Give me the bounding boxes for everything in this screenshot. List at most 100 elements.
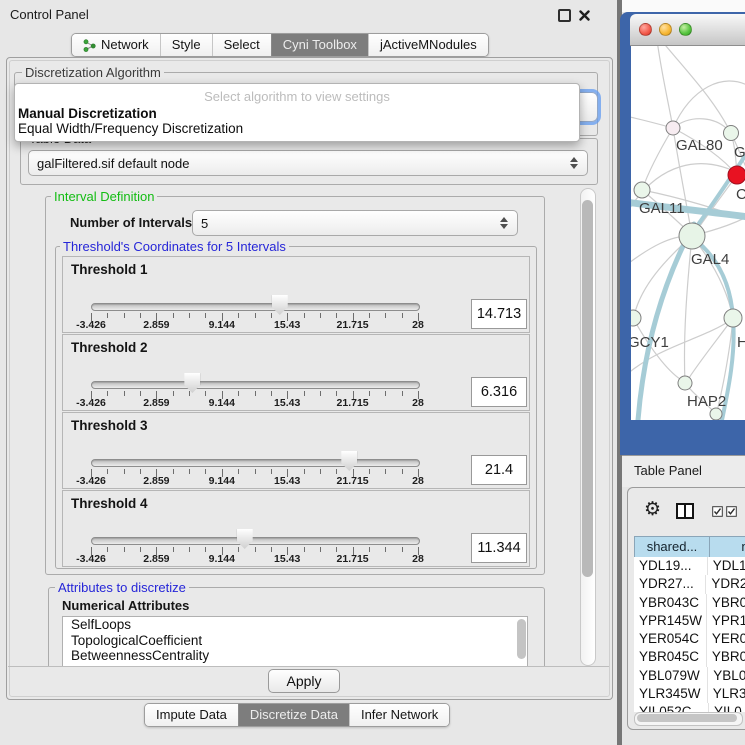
slider-thumb[interactable] [237, 529, 253, 549]
slider-thumb[interactable] [272, 295, 288, 315]
number-of-intervals-combobox[interactable]: 5 [192, 210, 518, 236]
slider-tick [402, 469, 403, 474]
slider-tick [336, 391, 337, 396]
slider-tick [255, 391, 256, 396]
table-cell: YDR27... [634, 575, 706, 593]
slider-track[interactable] [91, 303, 420, 311]
slider-track[interactable] [91, 537, 420, 545]
slider-track[interactable] [91, 459, 420, 467]
table-column-header[interactable]: shared... [634, 536, 710, 558]
list-scrollbar-thumb[interactable] [517, 619, 526, 659]
algorithm-option[interactable]: Manual Discretization [15, 106, 579, 121]
table-row[interactable]: YDR27...YDR2 [634, 575, 745, 593]
cyni-bottom-tabs: Impute Data Discretize Data Infer Network [144, 703, 450, 727]
threshold-value-field[interactable]: 11.344 [471, 533, 527, 563]
network-node[interactable] [724, 309, 742, 327]
table-row[interactable]: YIL052CYIL0 [634, 703, 745, 712]
tab-network[interactable]: Network [72, 34, 160, 56]
threshold-label: Threshold 4 [71, 496, 148, 511]
table-hscrollbar-thumb[interactable] [637, 714, 737, 722]
threshold-value-field[interactable]: 14.713 [471, 299, 527, 329]
close-traffic-light[interactable] [639, 23, 652, 36]
number-of-intervals-label: Number of Intervals [70, 215, 192, 230]
network-node[interactable] [634, 182, 650, 198]
table-hscrollbar-track[interactable] [634, 712, 743, 726]
network-node[interactable] [710, 408, 722, 420]
network-window-titlebar[interactable] [630, 14, 745, 46]
tab-infer-network[interactable]: Infer Network [349, 704, 449, 726]
slider-thumb[interactable] [184, 373, 200, 393]
network-node[interactable] [631, 310, 641, 326]
attribute-item[interactable]: BetweennessCentrality [63, 648, 527, 664]
checkbox-icon [726, 506, 737, 517]
tab-label: Impute Data [156, 704, 227, 726]
network-window-top-edge [622, 0, 745, 12]
threshold-label: Threshold 1 [71, 262, 148, 277]
network-node[interactable] [724, 126, 739, 141]
table-cell: YLR3 [708, 685, 745, 703]
slider-tick [402, 391, 403, 396]
slider-tick [385, 391, 386, 396]
numerical-attributes-list[interactable]: SelfLoopsTopologicalCoefficientBetweenne… [62, 616, 528, 666]
screenshot-root: Control Panel NetworkStyleSelectCyni Too… [0, 0, 745, 745]
table-cell: YLR345W [634, 685, 708, 703]
slider-thumb[interactable] [341, 451, 357, 471]
network-node[interactable] [679, 223, 705, 249]
apply-button[interactable]: Apply [268, 669, 340, 693]
node-label: HAP2 [687, 393, 726, 410]
table-row[interactable]: YBL079WYBL0 [634, 667, 745, 685]
table-row[interactable]: YBR043CYBR0 [634, 594, 745, 612]
table-row[interactable]: YPR145WYPR1 [634, 612, 745, 630]
threshold-value-field[interactable]: 6.316 [471, 377, 527, 407]
slider-tick-label: 28 [412, 397, 424, 409]
slider-tick [140, 391, 141, 396]
table-cell: YBL0 [708, 667, 745, 685]
slider-tick [189, 469, 190, 474]
zoom-traffic-light[interactable] [679, 23, 692, 36]
table-row[interactable]: YDL19...YDL1 [634, 557, 745, 575]
attribute-item[interactable]: TopologicalCoefficient [63, 633, 527, 649]
slider-tick [255, 313, 256, 318]
slider-tick-label: 9.144 [209, 475, 235, 487]
gear-icon[interactable]: ⚙ [644, 500, 661, 519]
table-header-row: shared...n [634, 536, 745, 558]
column-layout-icon[interactable] [676, 503, 694, 524]
attribute-item[interactable]: SelfLoops [63, 617, 527, 633]
table-row[interactable]: YLR345WYLR3 [634, 685, 745, 703]
table-column-header[interactable]: n [710, 536, 745, 558]
table-rows: YDL19...YDL1YDR27...YDR2YBR043CYBR0YPR14… [634, 557, 745, 712]
table-data-combobox[interactable]: galFiltered.sif default node [28, 150, 588, 176]
network-node[interactable] [678, 376, 692, 390]
tab-cyni-toolbox[interactable]: Cyni Toolbox [271, 34, 368, 56]
network-node[interactable] [666, 121, 680, 135]
panel-scrollbar-thumb[interactable] [582, 200, 593, 577]
discretization-algorithm-label: Discretization Algorithm [22, 65, 164, 80]
threshold-value-field[interactable]: 21.4 [471, 455, 527, 485]
network-node-selected[interactable] [728, 166, 745, 184]
float-window-icon[interactable] [558, 9, 571, 22]
minimize-traffic-light[interactable] [659, 23, 672, 36]
table-row[interactable]: YBR045CYBR0 [634, 648, 745, 666]
slider-track[interactable] [91, 381, 420, 389]
algorithm-option[interactable]: Equal Width/Frequency Discretization [15, 121, 579, 136]
tab-jactivemnodules[interactable]: jActiveMNodules [368, 34, 488, 56]
node-label: GCY1 [631, 334, 669, 351]
tab-label: Infer Network [361, 704, 438, 726]
tab-label: Style [172, 34, 201, 56]
slider-tick [238, 469, 239, 474]
tab-select[interactable]: Select [212, 34, 271, 56]
threshold-label: Threshold 2 [71, 340, 148, 355]
slider-tick [124, 469, 125, 474]
table-cell: YPR145W [634, 612, 707, 630]
tab-impute-data[interactable]: Impute Data [145, 704, 238, 726]
slider-tick-label: 28 [412, 319, 424, 331]
slider-tick [140, 469, 141, 474]
slider-tick [107, 469, 108, 474]
algorithm-hint-option[interactable]: Select algorithm to view settings [15, 89, 579, 104]
network-canvas[interactable]: GAL80GACGAL11GAL4GCY1HHAP2 [631, 46, 745, 420]
table-row[interactable]: YER054CYER0 [634, 630, 745, 648]
tab-discretize-data[interactable]: Discretize Data [238, 704, 349, 726]
close-icon[interactable] [579, 8, 590, 26]
select-columns-icons[interactable] [712, 506, 737, 517]
tab-style[interactable]: Style [160, 34, 212, 56]
